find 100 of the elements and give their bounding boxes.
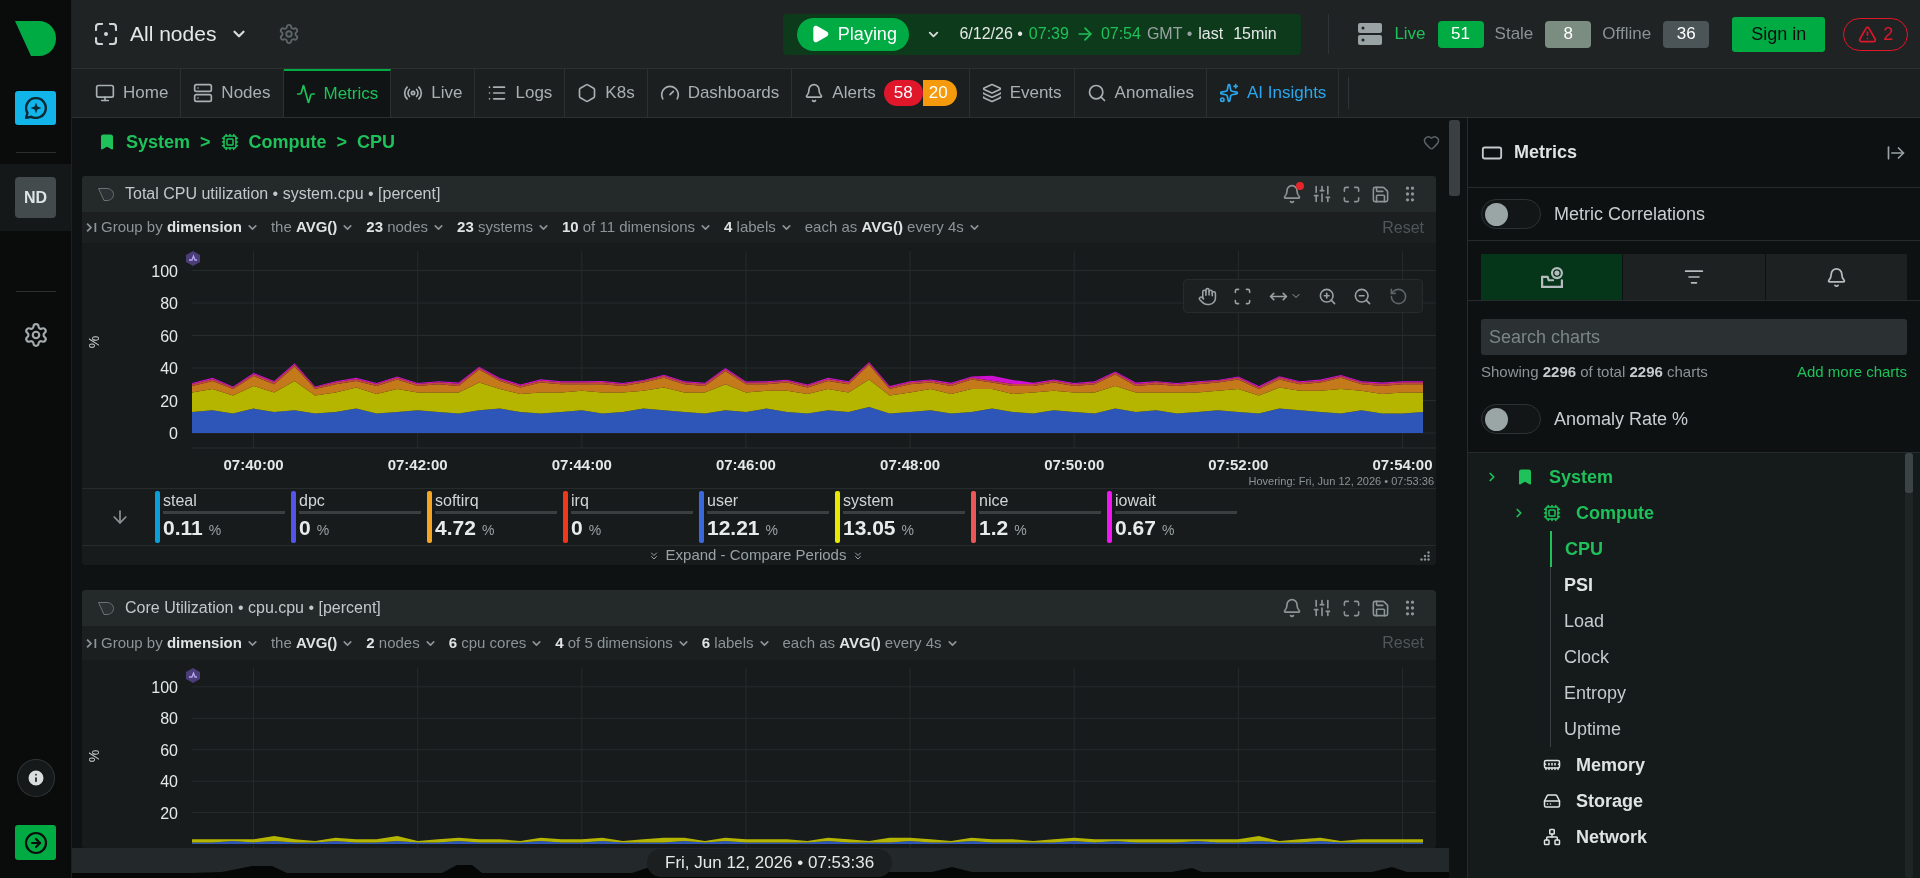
- nav-tab[interactable]: Home: [83, 69, 182, 117]
- filter-dropdown[interactable]: each as AVG() every 4s: [804, 216, 981, 239]
- assistant-button[interactable]: [15, 91, 56, 125]
- network-icon: [1543, 828, 1561, 846]
- nav-tab[interactable]: Anomalies: [1074, 69, 1207, 117]
- tree-item[interactable]: Network: [1576, 823, 1647, 851]
- breadcrumb-link[interactable]: CPU: [357, 128, 396, 156]
- collapse-icon[interactable]: [86, 222, 97, 233]
- status-label: Live: [1394, 23, 1426, 46]
- unit-label: %: [588, 521, 602, 540]
- filter-dropdown[interactable]: 6 cpu cores: [448, 631, 544, 655]
- tree-item[interactable]: Memory: [1576, 751, 1646, 779]
- search-field[interactable]: Search charts: [1481, 319, 1907, 355]
- hand-icon[interactable]: [1198, 286, 1218, 306]
- y-axis-title: %: [86, 749, 102, 763]
- breadcrumb-link[interactable]: System: [98, 128, 191, 156]
- hover-time-text: Hovering: Fri, Jun 12, 2026 • 07:53:36: [1248, 474, 1434, 490]
- pulse-icon: [295, 84, 316, 104]
- tree-item[interactable]: System: [1549, 463, 1614, 491]
- legend-value: 12.21: [707, 515, 760, 541]
- filter-dropdown[interactable]: 6 labels: [701, 631, 771, 655]
- bell-icon[interactable]: [1282, 184, 1302, 204]
- legend-label: nice: [979, 491, 1010, 511]
- sliders-icon[interactable]: [1312, 184, 1332, 204]
- scrollbar-thumb[interactable]: [1905, 453, 1913, 493]
- collapse-icon[interactable]: [86, 637, 97, 649]
- nav-tab[interactable]: Nodes: [181, 69, 284, 117]
- gauge-icon: [659, 83, 680, 103]
- filter-dropdown[interactable]: 23 nodes: [366, 216, 446, 239]
- y-axis-title: %: [86, 335, 102, 349]
- nav-tab[interactable]: Events: [969, 69, 1075, 117]
- nodes-dropdown[interactable]: All nodes: [95, 18, 249, 50]
- warning-icon: [1858, 24, 1878, 44]
- logo-icon: [15, 21, 56, 56]
- bell-icon[interactable]: [1282, 598, 1302, 618]
- nav-tab[interactable]: Metrics: [283, 69, 392, 117]
- nav-tab[interactable]: Logs: [475, 69, 566, 117]
- breadcrumb-link[interactable]: Compute: [220, 128, 327, 156]
- sliders-icon[interactable]: [1312, 598, 1332, 618]
- heart-icon[interactable]: [1423, 133, 1440, 151]
- arrow-circle-icon: [23, 830, 48, 855]
- scrollbar-thumb[interactable]: [1449, 120, 1460, 196]
- space-avatar[interactable]: ND: [15, 177, 56, 218]
- zoom-out-icon[interactable]: [1353, 286, 1373, 306]
- unit-label: %: [1014, 521, 1027, 540]
- unit-label: %: [1161, 521, 1175, 540]
- range-text: 15min: [1233, 24, 1277, 44]
- toggle-switch[interactable]: [1481, 404, 1541, 434]
- nav-tab[interactable]: K8s: [565, 69, 648, 117]
- toggle-switch[interactable]: [1481, 199, 1541, 229]
- filter-dropdown[interactable]: 23 systems: [457, 216, 550, 239]
- save-icon[interactable]: [1371, 184, 1390, 204]
- tree-item[interactable]: Compute: [1576, 499, 1654, 527]
- chart-count-text: Showing 2296 of total 2296 charts: [1481, 361, 1708, 382]
- status-label: Stale: [1494, 23, 1534, 46]
- expand-button[interactable]: Expand - Compare Periods: [647, 544, 865, 567]
- login-button[interactable]: [15, 825, 56, 860]
- settings-icon[interactable]: [22, 322, 49, 348]
- info-button[interactable]: [17, 760, 54, 796]
- filter-dropdown[interactable]: the AVG(): [270, 631, 355, 655]
- add-charts-link[interactable]: Add more charts: [1796, 360, 1907, 384]
- filter-icon: [1684, 267, 1704, 287]
- filter-dropdown[interactable]: 4 of 5 dimensions: [555, 631, 690, 655]
- nav-tab[interactable]: Alerts 58 20: [792, 69, 970, 117]
- save-icon[interactable]: [1371, 598, 1390, 618]
- x-axis-label: 07:42:00: [387, 456, 448, 473]
- sign-in-button[interactable]: Sign in: [1732, 16, 1826, 52]
- legend-label: dpc: [299, 491, 326, 511]
- y-axis-label: 80: [160, 295, 178, 312]
- x-axis-label: 07:40:00: [223, 456, 284, 473]
- resize-handle-icon[interactable]: [1420, 550, 1430, 561]
- filter-dropdown[interactable]: Group by dimension: [101, 631, 259, 655]
- nav-tab[interactable]: Dashboards: [647, 69, 793, 117]
- chart-title: Total CPU utilization • system.cpu • [percent]: [125, 184, 441, 204]
- filter-dropdown[interactable]: 10 of 11 dimensions: [561, 216, 713, 239]
- legend-value: 0: [299, 515, 311, 541]
- layers-icon: [981, 83, 1002, 103]
- panel-tab[interactable]: [1481, 254, 1623, 300]
- fullscreen-icon[interactable]: [1342, 184, 1361, 204]
- filter-dropdown[interactable]: each as AVG() every 4s: [782, 631, 959, 655]
- filter-dropdown[interactable]: the AVG(): [270, 216, 355, 239]
- legend-value: 4.72: [435, 515, 476, 541]
- end-time: 07:54: [1100, 24, 1141, 44]
- fullscreen-icon[interactable]: [1342, 598, 1361, 618]
- legend-value: 1.2: [979, 515, 1009, 541]
- selection-icon[interactable]: [1233, 286, 1253, 306]
- filter-dropdown[interactable]: Group by dimension: [101, 216, 259, 239]
- nav-tab[interactable]: AI Insights: [1207, 69, 1340, 117]
- zoom-in-icon[interactable]: [1318, 286, 1338, 306]
- chip-icon: [220, 133, 239, 151]
- reset-zoom-icon[interactable]: [1388, 286, 1408, 306]
- legend-label: irq: [571, 491, 590, 511]
- legend-label: user: [707, 491, 740, 511]
- chat-sparkle-icon: [24, 97, 47, 119]
- tree-item[interactable]: Storage: [1576, 787, 1644, 815]
- count-badge: 20: [922, 80, 957, 106]
- date-text: 6/12/26 •: [959, 24, 1023, 44]
- nav-tab[interactable]: Live: [391, 69, 476, 117]
- filter-dropdown[interactable]: 4 labels: [724, 216, 793, 239]
- filter-dropdown[interactable]: 2 nodes: [366, 631, 437, 655]
